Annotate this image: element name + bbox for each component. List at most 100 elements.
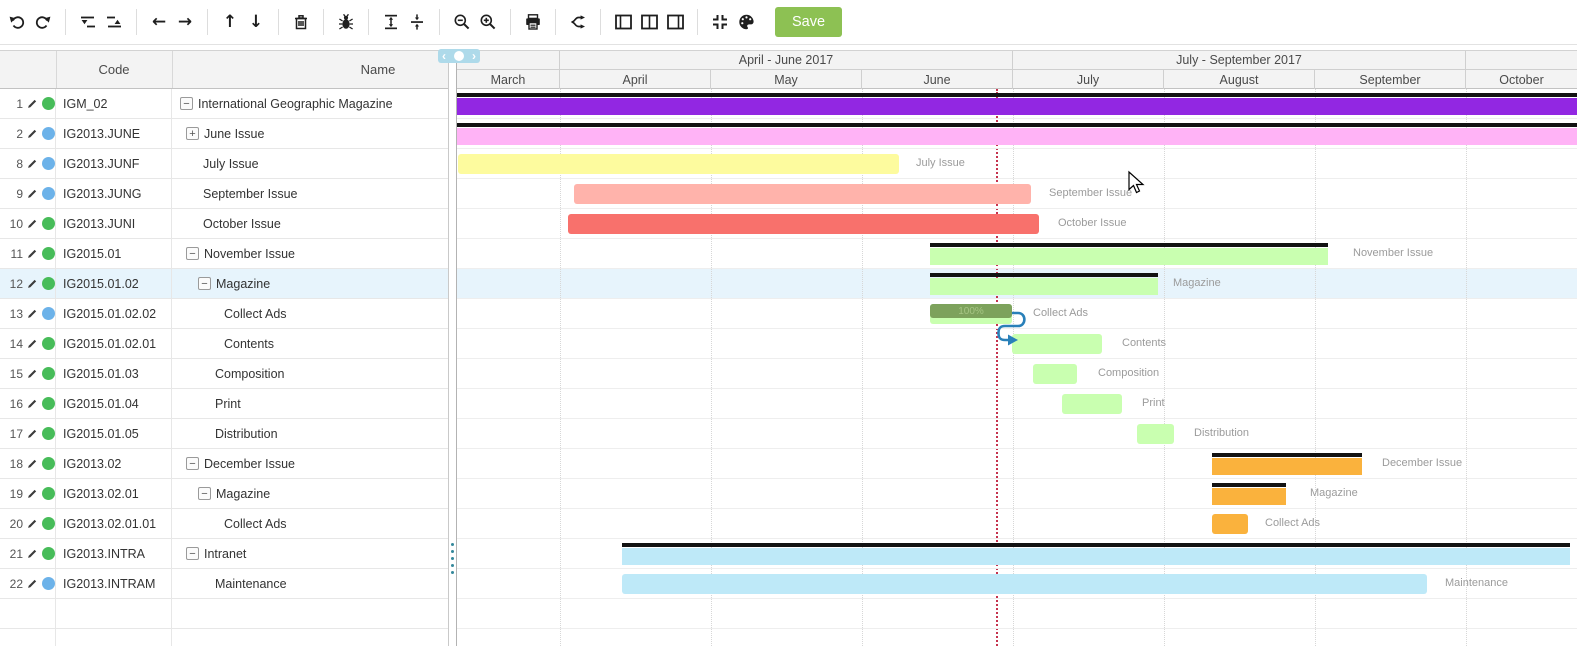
task-name-cell[interactable]: Magazine xyxy=(172,479,448,508)
table-row[interactable]: 19 IG2013.02.01 Magazine xyxy=(0,479,448,509)
print-button[interactable] xyxy=(520,8,546,36)
move-left-button[interactable]: ← xyxy=(146,8,172,36)
task-name-cell[interactable]: July Issue xyxy=(172,149,448,178)
status-dot[interactable] xyxy=(42,217,55,230)
status-dot[interactable] xyxy=(42,517,55,530)
undo-button[interactable] xyxy=(4,8,30,36)
table-row[interactable]: 12 IG2015.01.02 Magazine xyxy=(0,269,448,299)
expand-collapse-toggle[interactable] xyxy=(186,547,199,560)
status-dot[interactable] xyxy=(42,97,55,110)
task-name-cell[interactable]: Contents xyxy=(172,329,448,358)
layout-center-button[interactable] xyxy=(636,8,662,36)
status-dot[interactable] xyxy=(42,277,55,290)
task-code-cell[interactable]: IG2013.02 xyxy=(56,449,172,478)
zoom-in-button[interactable] xyxy=(475,8,501,36)
task-name-cell[interactable]: Magazine xyxy=(172,269,448,298)
table-row[interactable]: 10 IG2013.JUNI October Issue xyxy=(0,209,448,239)
expand-collapse-toggle[interactable] xyxy=(198,487,211,500)
task-code-cell[interactable]: IG2015.01 xyxy=(56,239,172,268)
status-dot[interactable] xyxy=(42,487,55,500)
task-name-cell[interactable]: Intranet xyxy=(172,539,448,568)
edit-task-button[interactable] xyxy=(27,338,38,349)
splitter-drag-handle[interactable] xyxy=(450,543,455,574)
collapse-rows-button[interactable] xyxy=(404,8,430,36)
table-row[interactable]: 9 IG2013.JUNG September Issue xyxy=(0,179,448,209)
table-row[interactable]: 20 IG2013.02.01.01 Collect Ads xyxy=(0,509,448,539)
task-name-cell[interactable]: October Issue xyxy=(172,209,448,238)
expand-collapse-toggle[interactable] xyxy=(186,457,199,470)
table-row[interactable]: 2 IG2013.JUNE June Issue xyxy=(0,119,448,149)
task-code-cell[interactable]: IG2013.INTRAM xyxy=(56,569,172,598)
expand-rows-button[interactable] xyxy=(378,8,404,36)
task-code-cell[interactable]: IG2013.JUNI xyxy=(56,209,172,238)
status-dot[interactable] xyxy=(42,397,55,410)
task-bar[interactable] xyxy=(1212,458,1362,475)
table-row[interactable]: 16 IG2015.01.04 Print xyxy=(0,389,448,419)
task-code-cell[interactable]: IG2015.01.02 xyxy=(56,269,172,298)
expand-collapse-toggle[interactable] xyxy=(198,277,211,290)
table-row[interactable]: 15 IG2015.01.03 Composition xyxy=(0,359,448,389)
task-bar[interactable] xyxy=(1137,424,1174,444)
splitter-knob[interactable] xyxy=(454,51,464,61)
edit-task-button[interactable] xyxy=(27,398,38,409)
table-row[interactable]: 17 IG2015.01.05 Distribution xyxy=(0,419,448,449)
table-row[interactable]: 8 IG2013.JUNF July Issue xyxy=(0,149,448,179)
edit-task-button[interactable] xyxy=(27,458,38,469)
table-row[interactable]: 14 IG2015.01.02.01 Contents xyxy=(0,329,448,359)
task-code-cell[interactable]: IG2015.01.02.01 xyxy=(56,329,172,358)
task-bar[interactable] xyxy=(930,278,1158,295)
fit-screen-button[interactable] xyxy=(707,8,733,36)
status-dot[interactable] xyxy=(42,187,55,200)
task-code-cell[interactable]: IG2013.JUNF xyxy=(56,149,172,178)
edit-task-button[interactable] xyxy=(27,128,38,139)
expand-collapse-toggle[interactable] xyxy=(180,97,193,110)
task-bar[interactable] xyxy=(1212,514,1248,534)
task-bar[interactable] xyxy=(622,548,1570,565)
edit-task-button[interactable] xyxy=(27,278,38,289)
column-divider[interactable] xyxy=(172,51,173,88)
task-name-cell[interactable]: November Issue xyxy=(172,239,448,268)
edit-task-button[interactable] xyxy=(27,488,38,499)
status-dot[interactable] xyxy=(42,367,55,380)
table-row[interactable]: 11 IG2015.01 November Issue xyxy=(0,239,448,269)
task-bar[interactable] xyxy=(1062,394,1122,414)
status-dot[interactable] xyxy=(42,577,55,590)
task-bar[interactable] xyxy=(1033,364,1077,384)
move-up-button[interactable]: ↑ xyxy=(217,8,243,36)
task-name-cell[interactable]: Collect Ads xyxy=(172,509,448,538)
task-name-cell[interactable]: June Issue xyxy=(172,119,448,148)
table-row[interactable]: 1 IGM_02 International Geographic Magazi… xyxy=(0,89,448,119)
indent-button[interactable] xyxy=(101,8,127,36)
task-name-cell[interactable]: December Issue xyxy=(172,449,448,478)
edit-task-button[interactable] xyxy=(27,248,38,259)
layout-right-button[interactable] xyxy=(662,8,688,36)
task-bar[interactable] xyxy=(457,98,1577,115)
task-name-cell[interactable]: Maintenance xyxy=(172,569,448,598)
task-code-cell[interactable]: IG2015.01.03 xyxy=(56,359,172,388)
expand-collapse-toggle[interactable] xyxy=(186,127,199,140)
task-name-cell[interactable]: Distribution xyxy=(172,419,448,448)
table-row[interactable]: 13 IG2015.01.02.02 Collect Ads xyxy=(0,299,448,329)
task-code-cell[interactable]: IG2015.01.02.02 xyxy=(56,299,172,328)
layout-left-button[interactable] xyxy=(610,8,636,36)
status-dot[interactable] xyxy=(42,457,55,470)
edit-task-button[interactable] xyxy=(27,98,38,109)
status-dot[interactable] xyxy=(42,307,55,320)
table-row[interactable]: 21 IG2013.INTRA Intranet xyxy=(0,539,448,569)
edit-task-button[interactable] xyxy=(27,578,38,589)
table-row[interactable]: 18 IG2013.02 December Issue xyxy=(0,449,448,479)
task-code-cell[interactable]: IG2013.02.01.01 xyxy=(56,509,172,538)
status-dot[interactable] xyxy=(42,157,55,170)
task-code-cell[interactable]: IG2013.02.01 xyxy=(56,479,172,508)
task-code-cell[interactable]: IG2013.JUNG xyxy=(56,179,172,208)
task-bar[interactable] xyxy=(568,214,1039,234)
task-code-cell[interactable]: IG2013.JUNE xyxy=(56,119,172,148)
task-bar[interactable]: 100% xyxy=(930,304,1012,324)
task-code-cell[interactable]: IGM_02 xyxy=(56,89,172,118)
move-down-button[interactable]: ↓ xyxy=(243,8,269,36)
task-bar[interactable] xyxy=(930,248,1328,265)
outdent-button[interactable] xyxy=(75,8,101,36)
task-code-cell[interactable]: IG2015.01.04 xyxy=(56,389,172,418)
expand-collapse-toggle[interactable] xyxy=(186,247,199,260)
status-dot[interactable] xyxy=(42,427,55,440)
